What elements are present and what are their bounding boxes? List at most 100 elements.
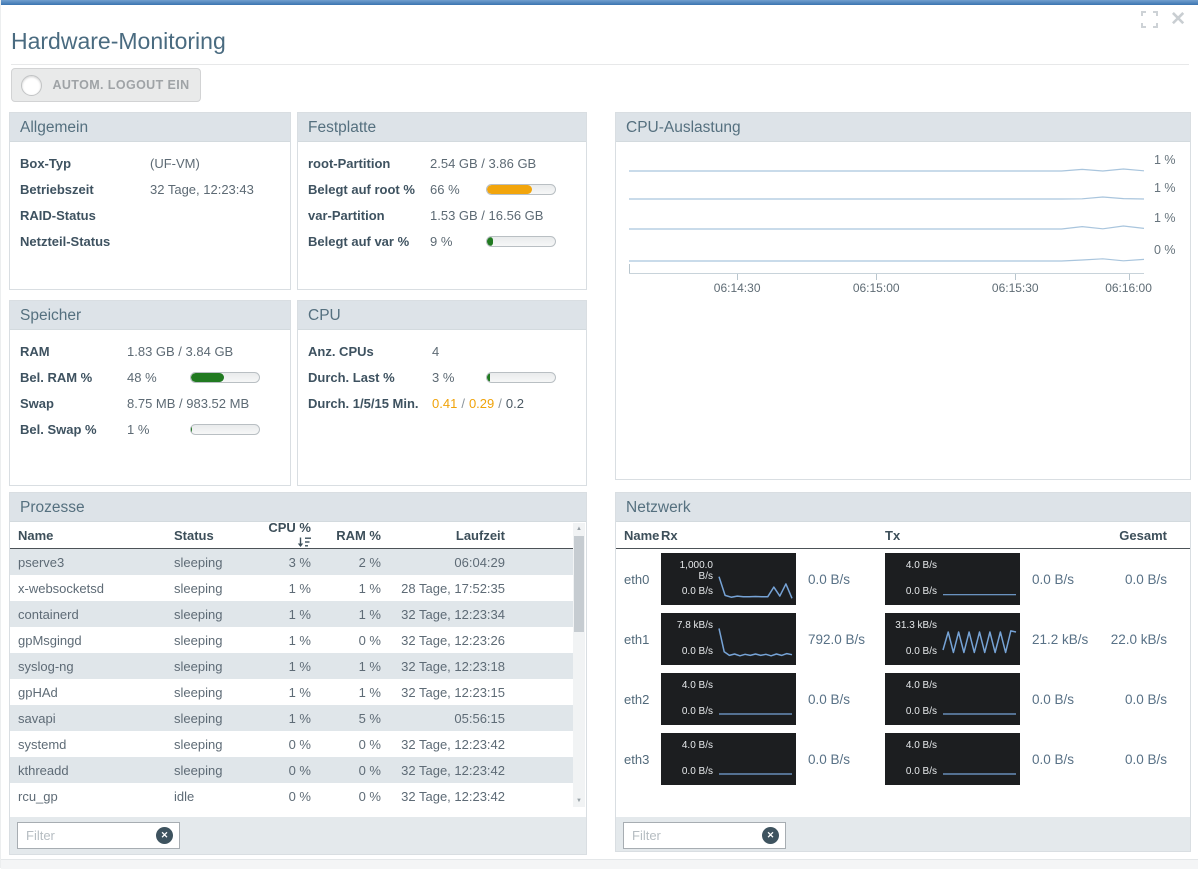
- cell-name: gpMsgingd: [18, 632, 82, 648]
- progress-bar: [486, 183, 556, 195]
- kv-row-raid-status: RAID-Status: [20, 202, 280, 228]
- table-row: gpMsgingd sleeping 1 % 0 % 32 Tage, 12:23:26: [10, 627, 574, 653]
- kv-row-netzteil-status: Netzteil-Status: [20, 228, 280, 254]
- scroll-down-icon[interactable]: ▼: [573, 798, 585, 804]
- cell-cpu: 0 %: [288, 736, 311, 752]
- column-header-cpu-[interactable]: CPU %: [254, 520, 311, 550]
- kv-label: Netzteil-Status: [20, 233, 111, 249]
- kv-label: Anz. CPUs: [308, 343, 374, 359]
- kv-label: Swap: [20, 395, 54, 411]
- panel-allgemein-body: Box-Typ (UF-VM) Betriebszeit 32 Tage, 12:23…: [10, 142, 290, 254]
- total-value: 0.0 B/s: [1124, 691, 1167, 707]
- cell-cpu: 1 %: [288, 684, 311, 700]
- progress-fill: [191, 424, 193, 434]
- cell-cpu: 0 %: [288, 762, 311, 778]
- load-value: /: [461, 395, 465, 411]
- auto-logout-toggle[interactable]: AUTOM. LOGOUT EIN: [11, 68, 201, 102]
- interface-name: eth2: [624, 691, 650, 707]
- cell-cpu: 1 %: [288, 580, 311, 596]
- load-value: 0.2: [505, 395, 524, 411]
- current-rx-value: 0.0 B/s: [808, 691, 851, 707]
- current-tx-value: 0.0 B/s: [1032, 691, 1075, 707]
- scroll-up-icon[interactable]: ▲: [573, 526, 585, 532]
- network-filter-bar: ✕: [616, 817, 1190, 851]
- spark-chart-rx: 4.0 B/s 0.0 B/s: [661, 673, 796, 725]
- process-filter-box: ✕: [17, 822, 180, 849]
- cell-laufzeit: 06:04:29: [454, 554, 505, 570]
- cell-cpu: 1 %: [288, 632, 311, 648]
- current-tx-value: 21.2 kB/s: [1032, 631, 1089, 647]
- kv-row-belegt-auf-root-: Belegt auf root % 66 %: [308, 176, 576, 202]
- process-table-header: Name Status CPU % RAM % Laufzeit: [10, 520, 574, 550]
- kv-value: 32 Tage, 12:23:43: [150, 181, 254, 197]
- kv-label: RAID-Status: [20, 207, 96, 223]
- total-value: 22.0 kB/s: [1110, 631, 1167, 647]
- kv-row-bel-ram-: Bel. RAM % 48 %: [20, 364, 280, 390]
- cell-cpu: 1 %: [288, 710, 311, 726]
- panel-netzwerk-title: Netzwerk: [616, 493, 1190, 522]
- panel-cpu-auslastung-title: CPU-Auslastung: [616, 113, 1190, 142]
- sparkline-tx: [943, 773, 1016, 775]
- clear-filter-icon[interactable]: ✕: [762, 827, 779, 844]
- progress-fill: [487, 184, 532, 194]
- kv-row-durch-last-: Durch. Last % 3 %: [308, 364, 576, 390]
- cell-ram: 0 %: [358, 762, 381, 778]
- kv-row-belegt-auf-var-: Belegt auf var % 9 %: [308, 228, 576, 254]
- cell-laufzeit: 32 Tage, 12:23:42: [401, 736, 505, 752]
- kv-row-durch-1-5-15-min-: Durch. 1/5/15 Min. 0.41/0.29/0.2: [308, 390, 576, 416]
- kv-value: 1.83 GB / 3.84 GB: [127, 343, 234, 359]
- column-header-name[interactable]: Name: [18, 528, 174, 543]
- kv-label: Box-Typ: [20, 155, 72, 171]
- cpu-current-label: 1 %: [1154, 153, 1176, 167]
- panel-allgemein: Allgemein Box-Typ (UF-VM) Betriebszeit 32 T…: [9, 112, 291, 290]
- load-value: 0.41: [432, 395, 458, 411]
- process-table: Name Status CPU % RAM % Laufzeit pserve3 sleep…: [10, 520, 586, 809]
- spark-chart-tx: 4.0 B/s 0.0 B/s: [885, 553, 1020, 605]
- kv-label: RAM: [20, 343, 50, 359]
- clear-filter-icon[interactable]: ✕: [156, 827, 173, 844]
- panel-cpu: CPU Anz. CPUs 4 Durch. Last % 3 % Durch. 1/5…: [297, 300, 587, 486]
- scrollbar-thumb[interactable]: [574, 536, 584, 632]
- cell-cpu: 3 %: [288, 554, 311, 570]
- load-value: /: [498, 395, 502, 411]
- column-header-ram-[interactable]: RAM %: [311, 528, 381, 543]
- column-header-name[interactable]: Name: [624, 528, 661, 543]
- column-header-tx[interactable]: Tx: [885, 528, 1109, 543]
- spark-chart-tx: 4.0 B/s 0.0 B/s: [885, 733, 1020, 785]
- current-rx-value: 0.0 B/s: [808, 751, 851, 767]
- sparkline-rx: [719, 773, 792, 775]
- sparkline-rx: [719, 713, 792, 715]
- cell-status: sleeping: [174, 762, 223, 778]
- close-icon[interactable]: ✕: [1170, 10, 1186, 29]
- column-header-rx[interactable]: Rx: [661, 528, 885, 543]
- column-header-status[interactable]: Status: [174, 528, 254, 543]
- fullscreen-icon[interactable]: [1141, 11, 1159, 28]
- process-rows: pserve3 sleeping 3 % 2 % 06:04:29 x-websocket…: [10, 549, 574, 809]
- progress-fill: [487, 372, 490, 382]
- column-header-laufzeit[interactable]: Laufzeit: [381, 528, 505, 543]
- cell-ram: 0 %: [358, 736, 381, 752]
- cell-status: sleeping: [174, 606, 223, 622]
- kv-label: Belegt auf root %: [308, 181, 415, 197]
- panel-festplatte-body: root-Partition 2.54 GB / 3.86 GB Belegt au…: [298, 142, 586, 254]
- kv-label: Durch. Last %: [308, 369, 395, 385]
- panel-allgemein-title: Allgemein: [10, 113, 290, 142]
- current-rx-value: 792.0 B/s: [808, 631, 866, 647]
- kv-label: Durch. 1/5/15 Min.: [308, 395, 419, 411]
- x-tick: [1128, 274, 1130, 280]
- column-header-gesamt[interactable]: Gesamt: [1109, 528, 1190, 543]
- panel-speicher-title: Speicher: [10, 301, 290, 330]
- cell-ram: 1 %: [358, 606, 381, 622]
- kv-value: 4: [432, 343, 440, 359]
- toggle-knob-icon: [21, 74, 42, 96]
- total-value: 0.0 B/s: [1124, 571, 1167, 587]
- interface-name: eth3: [624, 751, 650, 767]
- cell-cpu: 0 %: [288, 788, 311, 804]
- cell-ram: 1 %: [358, 658, 381, 674]
- panel-cpu-auslastung: CPU-Auslastung 1 % 1 % 1 % 0 % 06:14:30 06:15…: [615, 112, 1191, 480]
- cpu-current-label: 1 %: [1154, 181, 1176, 195]
- process-table-scrollbar[interactable]: ▲ ▼: [573, 523, 585, 807]
- kv-value: 3 %: [432, 369, 455, 385]
- network-table: Name Rx Tx Gesamt eth0 1,000.0 B/s 0.0 B/s 0.0 …: [616, 522, 1190, 789]
- table-row: systemd sleeping 0 % 0 % 32 Tage, 12:23:42: [10, 731, 574, 757]
